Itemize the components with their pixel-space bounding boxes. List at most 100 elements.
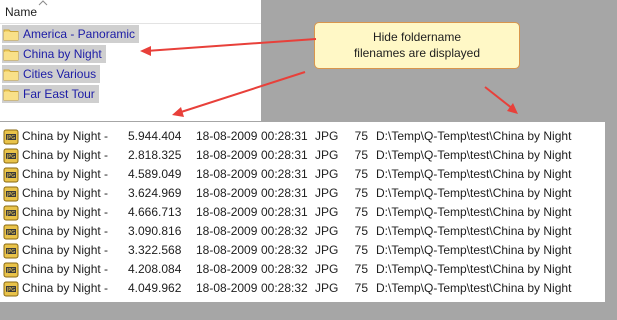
file-row[interactable]: JPG China by Night - 4.666.713 18-08-200…	[0, 204, 605, 222]
file-row[interactable]: JPG China by Night - 4.208.084 18-08-200…	[0, 261, 605, 279]
folder-icon	[3, 27, 19, 41]
arrow-to-path-column-icon	[484, 86, 518, 114]
folder-item[interactable]: China by Night	[2, 45, 106, 63]
file-name: China by Night -	[22, 186, 109, 200]
file-type: JPG	[315, 167, 339, 181]
file-row[interactable]: JPG China by Night - 3.322.568 18-08-200…	[0, 242, 605, 260]
folder-item[interactable]: Cities Various	[2, 65, 101, 83]
file-path: D:\Temp\Q-Temp\test\China by Night	[376, 281, 572, 295]
file-name: China by Night -	[22, 262, 109, 276]
file-size: 3.322.568	[128, 243, 182, 257]
file-type: JPG	[315, 243, 339, 257]
file-date: 18-08-2009	[196, 224, 258, 238]
folder-name: America - Panoramic	[23, 27, 136, 41]
file-date: 18-08-2009	[196, 205, 258, 219]
file-time: 00:28:32	[261, 243, 308, 257]
file-name: China by Night -	[22, 205, 109, 219]
folder-item[interactable]: Far East Tour	[2, 85, 99, 103]
file-type: JPG	[315, 224, 339, 238]
file-time: 00:28:31	[261, 167, 308, 181]
file-size: 5.944.404	[128, 129, 182, 143]
folder-icon	[3, 47, 19, 61]
name-column-label: Name	[5, 5, 38, 19]
file-date: 18-08-2009	[196, 129, 258, 143]
svg-text:JPG: JPG	[6, 287, 15, 293]
file-row[interactable]: JPG China by Night - 3.090.816 18-08-200…	[0, 223, 605, 241]
file-time: 00:28:31	[261, 148, 308, 162]
file-row[interactable]: JPG China by Night - 2.818.325 18-08-200…	[0, 147, 605, 165]
file-number: 75	[354, 243, 368, 257]
callout-line-1: Hide foldername	[372, 30, 462, 44]
svg-text:JPG: JPG	[6, 135, 15, 141]
file-date: 18-08-2009	[196, 281, 258, 295]
file-name: China by Night -	[22, 243, 109, 257]
svg-text:JPG: JPG	[6, 173, 15, 179]
jpg-file-icon: JPG	[3, 129, 19, 145]
file-row[interactable]: JPG China by Night - 5.944.404 18-08-200…	[0, 128, 605, 146]
svg-text:JPG: JPG	[6, 249, 15, 255]
file-date: 18-08-2009	[196, 148, 258, 162]
file-path: D:\Temp\Q-Temp\test\China by Night	[376, 205, 572, 219]
file-path: D:\Temp\Q-Temp\test\China by Night	[376, 129, 572, 143]
file-time: 00:28:31	[261, 205, 308, 219]
file-path: D:\Temp\Q-Temp\test\China by Night	[376, 148, 572, 162]
jpg-file-icon: JPG	[3, 186, 19, 202]
file-path: D:\Temp\Q-Temp\test\China by Night	[376, 262, 572, 276]
file-size: 4.589.049	[128, 167, 182, 181]
file-size: 4.208.084	[128, 262, 182, 276]
file-size: 3.624.969	[128, 186, 182, 200]
file-time: 00:28:31	[261, 129, 308, 143]
callout-line-2: filenames are displayed	[353, 46, 481, 60]
file-time: 00:28:32	[261, 262, 308, 276]
folder-name: Cities Various	[23, 67, 97, 81]
file-list-pane: JPG China by Night - 5.944.404 18-08-200…	[0, 122, 605, 302]
jpg-file-icon: JPG	[3, 205, 19, 221]
file-row[interactable]: JPG China by Night - 3.624.969 18-08-200…	[0, 185, 605, 203]
file-time: 00:28:32	[261, 281, 308, 295]
folder-icon	[3, 67, 19, 81]
name-column-header[interactable]: Name	[0, 0, 261, 24]
svg-text:JPG: JPG	[6, 268, 15, 274]
file-type: JPG	[315, 186, 339, 200]
svg-text:JPG: JPG	[6, 211, 15, 217]
file-type: JPG	[315, 129, 339, 143]
file-number: 75	[354, 186, 368, 200]
file-type: JPG	[315, 148, 339, 162]
file-path: D:\Temp\Q-Temp\test\China by Night	[376, 186, 572, 200]
file-name: China by Night -	[22, 148, 109, 162]
file-size: 4.666.713	[128, 205, 182, 219]
jpg-file-icon: JPG	[3, 262, 19, 278]
folder-name: Far East Tour	[23, 87, 95, 101]
file-size: 4.049.962	[128, 281, 182, 295]
svg-text:JPG: JPG	[6, 154, 15, 160]
svg-text:JPG: JPG	[6, 192, 15, 198]
file-number: 75	[354, 224, 368, 238]
file-number: 75	[354, 148, 368, 162]
file-row[interactable]: JPG China by Night - 4.589.049 18-08-200…	[0, 166, 605, 184]
folder-pane: Name America - Panoramic China by Night …	[0, 0, 261, 121]
file-type: JPG	[315, 262, 339, 276]
file-date: 18-08-2009	[196, 243, 258, 257]
folder-item[interactable]: America - Panoramic	[2, 25, 140, 43]
file-type: JPG	[315, 281, 339, 295]
file-path: D:\Temp\Q-Temp\test\China by Night	[376, 167, 572, 181]
file-time: 00:28:32	[261, 224, 308, 238]
sort-chevron-icon	[38, 0, 48, 6]
file-time: 00:28:31	[261, 186, 308, 200]
file-name: China by Night -	[22, 224, 109, 238]
file-path: D:\Temp\Q-Temp\test\China by Night	[376, 243, 572, 257]
file-size: 3.090.816	[128, 224, 182, 238]
svg-text:JPG: JPG	[6, 230, 15, 236]
file-name: China by Night -	[22, 167, 109, 181]
folder-name: China by Night	[23, 47, 102, 61]
file-number: 75	[354, 129, 368, 143]
file-path: D:\Temp\Q-Temp\test\China by Night	[376, 224, 572, 238]
file-date: 18-08-2009	[196, 262, 258, 276]
file-type: JPG	[315, 205, 339, 219]
file-row[interactable]: JPG China by Night - 4.049.962 18-08-200…	[0, 280, 605, 298]
file-date: 18-08-2009	[196, 167, 258, 181]
file-number: 75	[354, 281, 368, 295]
jpg-file-icon: JPG	[3, 148, 19, 164]
jpg-file-icon: JPG	[3, 167, 19, 183]
file-number: 75	[354, 167, 368, 181]
